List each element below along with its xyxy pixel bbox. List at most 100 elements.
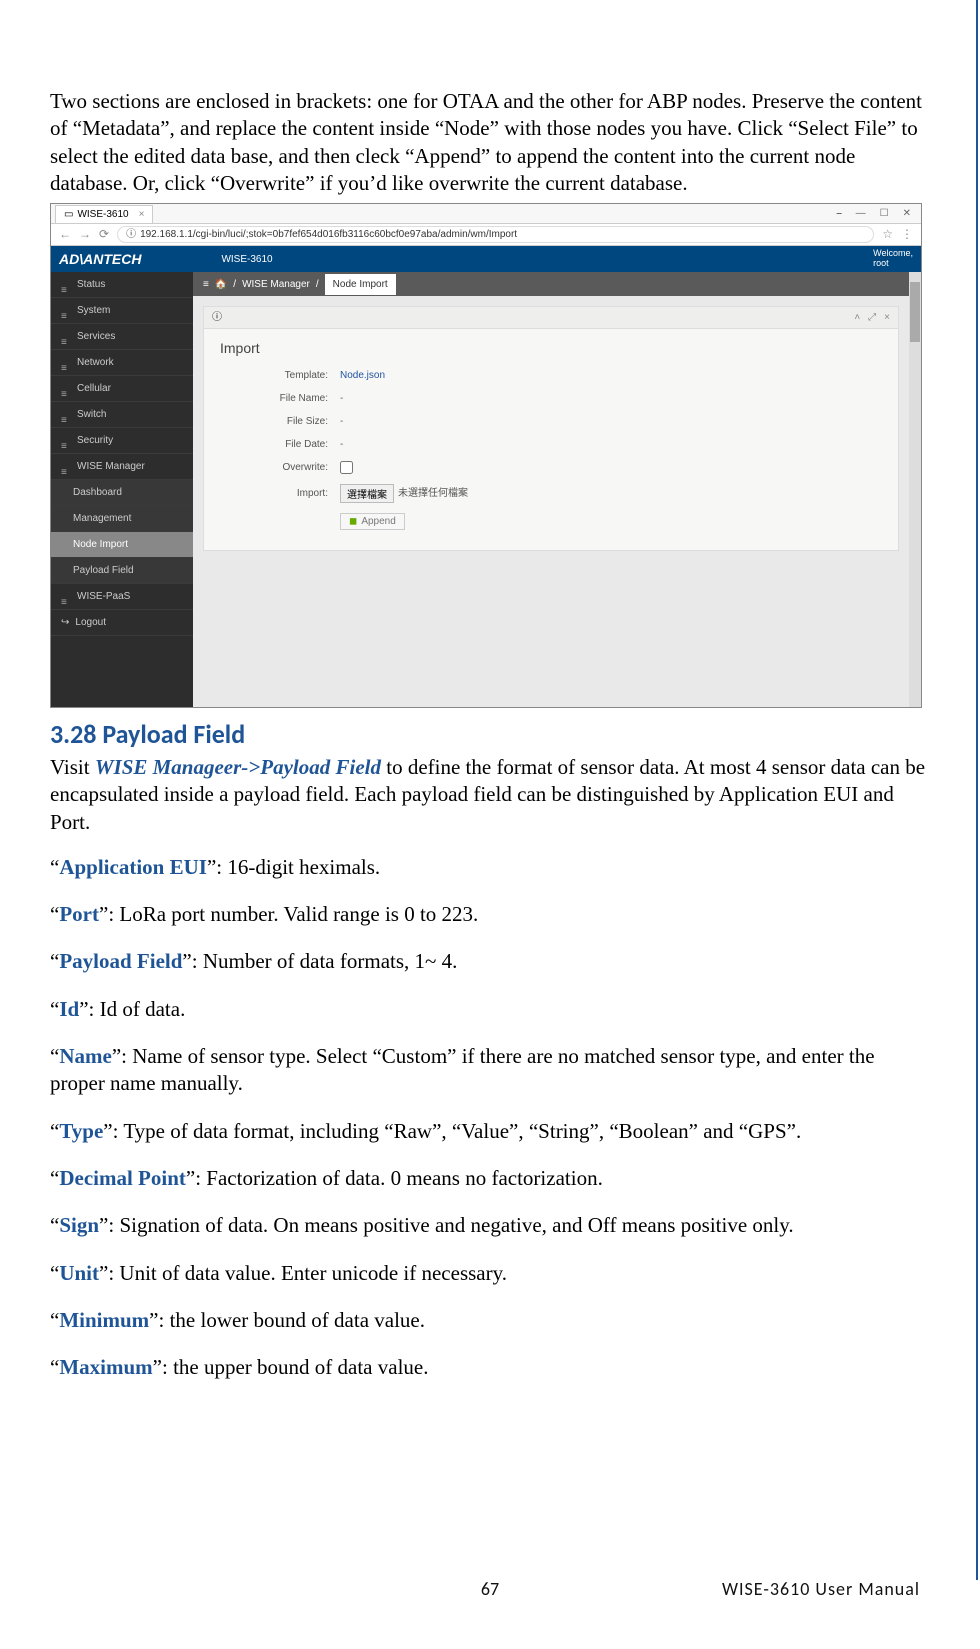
sidebar: Status System Services Network Cellular … (51, 272, 193, 707)
collapse-icon[interactable]: ˄ (854, 311, 860, 324)
close-window-icon[interactable]: ✕ (903, 207, 911, 220)
sidebar-item-wise-manager[interactable]: WISE Manager (51, 454, 193, 480)
reload-icon[interactable]: ⟳ (99, 227, 109, 243)
menu-bars-icon (61, 388, 71, 390)
template-link[interactable]: Node.json (340, 369, 385, 382)
close-panel-icon[interactable]: × (884, 311, 890, 324)
def-unit: “Unit”: Unit of data value. Enter unicod… (50, 1260, 930, 1287)
sidebar-item-cellular[interactable]: Cellular (51, 376, 193, 402)
section-intro-prefix: Visit (50, 755, 95, 779)
sidebar-item-management[interactable]: Management (51, 506, 193, 532)
tab-favicon: ▭ (64, 208, 73, 221)
menu-bars-icon (61, 310, 71, 312)
menu-bars-icon (61, 336, 71, 338)
filesize-value: - (340, 415, 343, 428)
def-sign: “Sign”: Signation of data. On means posi… (50, 1212, 930, 1239)
choose-file-button[interactable]: 選擇檔案 (340, 484, 394, 503)
filesize-label: File Size: (220, 415, 340, 428)
def-type: “Type”: Type of data format, including “… (50, 1118, 930, 1145)
breadcrumb-active: Node Import (325, 274, 396, 295)
browser-tab-bar: ▭ WISE-3610 × ⎯ — ☐ ✕ (51, 204, 921, 224)
append-button-label: Append (361, 516, 395, 527)
plus-icon: ◼ (349, 516, 357, 527)
panel-header: ⓘ ˄ ⤢ × (204, 307, 898, 329)
maximize-icon[interactable]: ☐ (880, 207, 889, 220)
device-name: WISE-3610 (221, 253, 272, 266)
menu-bars-icon (61, 440, 71, 442)
sidebar-item-switch[interactable]: Switch (51, 402, 193, 428)
def-port: “Port”: LoRa port number. Valid range is… (50, 901, 930, 928)
sidebar-item-network[interactable]: Network (51, 350, 193, 376)
menu-icon[interactable]: ⋮ (901, 227, 913, 243)
minimize-icon[interactable]: — (856, 207, 866, 220)
forward-icon[interactable]: → (79, 227, 91, 243)
footer-title: WISE-3610 User Manual (722, 1578, 920, 1601)
window-controls: ⎯ — ☐ ✕ (837, 207, 921, 220)
sidebar-item-security[interactable]: Security (51, 428, 193, 454)
choose-file-text: 未選擇任何檔案 (398, 487, 468, 500)
import-label: Import: (220, 487, 340, 500)
def-name: “Name”: Name of sensor type. Select “Cus… (50, 1043, 930, 1098)
overwrite-checkbox[interactable] (340, 461, 353, 474)
sidebar-item-wise-paas[interactable]: WISE-PaaS (51, 584, 193, 610)
template-label: Template: (220, 369, 340, 382)
section-intro-link: WISE Manageer->Payload Field (95, 755, 381, 779)
scrollbar[interactable] (909, 272, 921, 707)
breadcrumb: ≡ 🏠 / WISE Manager / Node Import (193, 272, 909, 296)
def-maximum: “Maximum”: the upper bound of data value… (50, 1354, 930, 1381)
menu-bars-icon (61, 466, 71, 468)
section-heading: 3.28 Payload Field (50, 718, 930, 752)
sidebar-item-node-import[interactable]: Node Import (51, 532, 193, 558)
section-intro: Visit WISE Manageer->Payload Field to de… (50, 754, 930, 836)
content-area: ≡ 🏠 / WISE Manager / Node Import ⓘ ˄ ⤢ × (193, 272, 909, 707)
app-header: AD\ANTECH WISE-3610 Welcome, root (51, 246, 921, 272)
tab-title: WISE-3610 (77, 208, 128, 221)
expand-icon[interactable]: ⤢ (868, 311, 876, 324)
filedate-label: File Date: (220, 438, 340, 451)
menu-bars-icon (61, 362, 71, 364)
browser-address-bar: ← → ⟳ ⓘ 192.168.1.1/cgi-bin/luci/;stok=0… (51, 224, 921, 246)
def-application-eui: “Application EUI”: 16-digit heximals. (50, 854, 930, 881)
sidebar-item-payload-field[interactable]: Payload Field (51, 558, 193, 584)
intro-paragraph: Two sections are enclosed in brackets: o… (50, 88, 930, 197)
panel-title: Import (220, 339, 882, 357)
filedate-value: - (340, 438, 343, 451)
info-icon: ⓘ (212, 311, 222, 324)
breadcrumb-sep: / (316, 278, 319, 291)
def-minimum: “Minimum”: the lower bound of data value… (50, 1307, 930, 1334)
sidebar-item-services[interactable]: Services (51, 324, 193, 350)
overwrite-label: Overwrite: (220, 461, 340, 474)
user-name: root (873, 259, 913, 269)
panel: ⓘ ˄ ⤢ × Import Template: Node.json (203, 306, 899, 551)
def-id: “Id”: Id of data. (50, 996, 930, 1023)
user-icon[interactable]: ⎯ (837, 207, 842, 220)
url-text: 192.168.1.1/cgi-bin/luci/;stok=0b7fef654… (140, 228, 517, 241)
brand-logo: AD\ANTECH (59, 250, 141, 268)
tab-close-icon[interactable]: × (139, 208, 145, 221)
breadcrumb-sep: / (233, 278, 236, 291)
home-icon[interactable]: 🏠 (215, 278, 227, 291)
menu-bars-icon (61, 596, 71, 598)
url-field[interactable]: ⓘ 192.168.1.1/cgi-bin/luci/;stok=0b7fef6… (117, 226, 874, 243)
sidebar-item-status[interactable]: Status (51, 272, 193, 298)
logout-icon: ↪ (61, 616, 69, 629)
embedded-screenshot: ▭ WISE-3610 × ⎯ — ☐ ✕ ← → ⟳ ⓘ 192.168.1.… (50, 203, 922, 708)
def-decimal-point: “Decimal Point”: Factorization of data. … (50, 1165, 930, 1192)
sidebar-item-dashboard[interactable]: Dashboard (51, 480, 193, 506)
page-number: 67 (481, 1578, 499, 1601)
menu-bars-icon (61, 414, 71, 416)
append-button[interactable]: ◼ Append (340, 513, 405, 530)
info-circle-icon: ⓘ (126, 228, 136, 241)
sidebar-item-logout[interactable]: ↪Logout (51, 610, 193, 636)
star-icon[interactable]: ☆ (882, 227, 893, 243)
back-icon[interactable]: ← (59, 227, 71, 243)
filename-value: - (340, 392, 343, 405)
page-right-border (976, 0, 978, 1580)
scrollbar-thumb[interactable] (910, 282, 920, 342)
browser-tab[interactable]: ▭ WISE-3610 × (55, 205, 153, 223)
breadcrumb-mid[interactable]: WISE Manager (242, 278, 310, 291)
page-footer: 67 WISE-3610 User Manual (0, 1578, 980, 1601)
menu-toggle-icon[interactable]: ≡ (203, 278, 209, 291)
sidebar-item-system[interactable]: System (51, 298, 193, 324)
def-payload-field: “Payload Field”: Number of data formats,… (50, 948, 930, 975)
